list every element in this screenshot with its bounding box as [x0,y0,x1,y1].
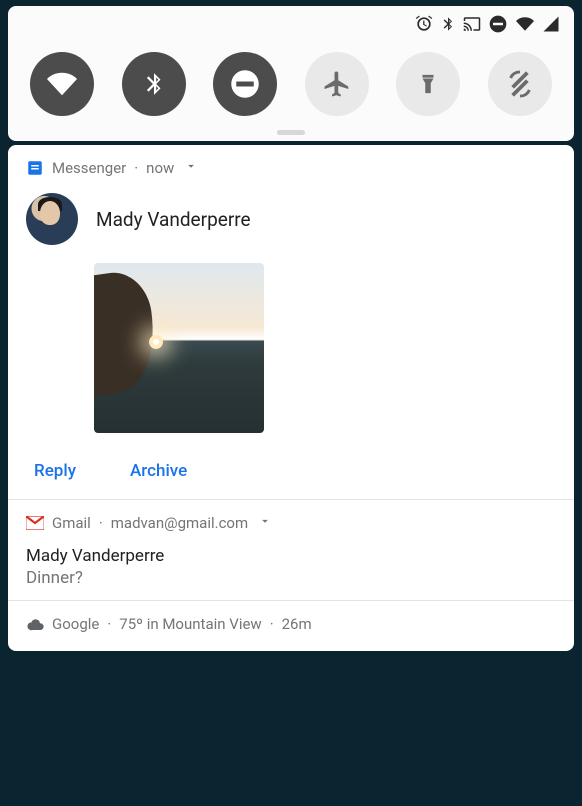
messenger-app-name: Messenger [52,159,126,177]
gmail-subject: Dinner? [26,568,556,588]
separator-dot: · [107,615,111,633]
cloud-icon [26,615,44,633]
messenger-sender-row: Mady Vanderperre [26,193,556,245]
chevron-down-icon[interactable] [258,514,272,532]
weather-time: 26m [282,615,312,633]
weather-notification[interactable]: Google · 75º in Mountain View · 26m [8,600,574,651]
notification-shade: Messenger · now Mady Vanderperre Reply A… [8,145,574,651]
separator-dot: · [134,159,138,177]
signal-icon [542,15,560,33]
separator-dot: · [270,615,274,633]
reply-button[interactable]: Reply [34,461,76,481]
wifi-status-icon [514,15,536,33]
qs-wifi-toggle[interactable] [30,52,94,116]
gmail-app-name: Gmail [52,514,91,532]
gmail-header[interactable]: Gmail · madvan@gmail.com [26,514,556,532]
gmail-notification[interactable]: Gmail · madvan@gmail.com Mady Vanderperr… [8,499,574,600]
messenger-sender: Mady Vanderperre [96,208,251,231]
dnd-status-icon [488,14,508,34]
gmail-app-icon [26,514,44,532]
alarm-icon [414,14,434,34]
quick-settings-panel [8,6,574,141]
sender-avatar [26,193,78,245]
status-bar [8,6,574,38]
qs-airplane-toggle[interactable] [305,52,369,116]
chevron-down-icon[interactable] [184,159,198,177]
gmail-sender: Mady Vanderperre [26,546,556,566]
qs-rotation-toggle[interactable] [488,52,552,116]
quick-settings-row [8,38,574,126]
weather-header: Google · 75º in Mountain View · 26m [26,615,556,633]
weather-summary: 75º in Mountain View [119,615,261,633]
qs-drag-handle[interactable] [277,130,305,135]
messenger-time: now [146,159,174,177]
archive-button[interactable]: Archive [130,461,187,481]
qs-bluetooth-toggle[interactable] [122,52,186,116]
qs-dnd-toggle[interactable] [213,52,277,116]
messenger-notification[interactable]: Messenger · now Mady Vanderperre Reply A… [8,145,574,499]
messenger-header[interactable]: Messenger · now [26,159,556,177]
gmail-account: madvan@gmail.com [111,514,248,532]
weather-app-name: Google [52,615,99,633]
qs-flashlight-toggle[interactable] [396,52,460,116]
cast-icon [462,15,482,33]
messenger-app-icon [26,159,44,177]
message-image-attachment[interactable] [94,263,264,433]
bluetooth-icon [440,14,456,34]
messenger-actions: Reply Archive [26,441,556,487]
separator-dot: · [99,514,103,532]
